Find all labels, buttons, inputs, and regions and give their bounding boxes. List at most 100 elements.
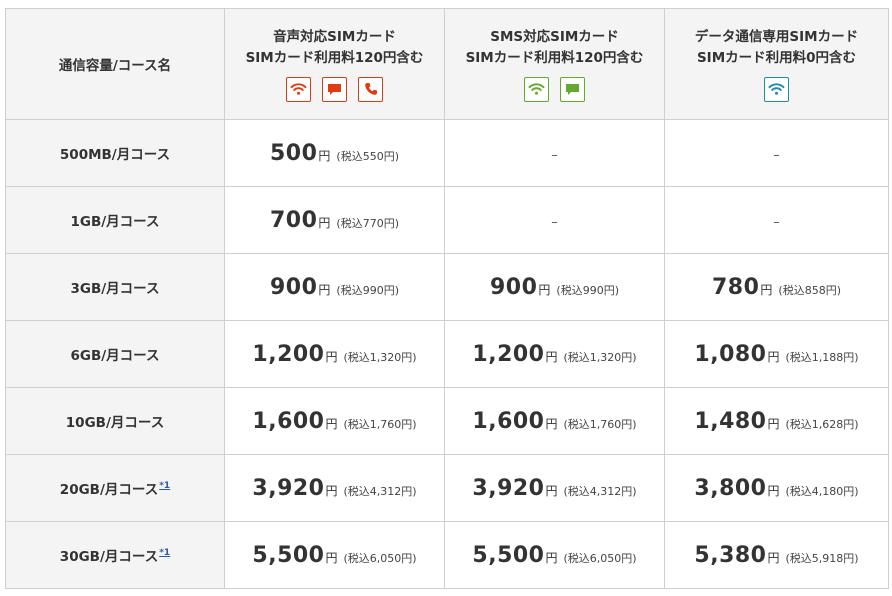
- monthly-price: 5,380: [694, 542, 767, 568]
- monthly-price: 900: [269, 274, 318, 300]
- price-cell-data-sim: 1,480円 (税込1,628円): [664, 387, 889, 455]
- course-name-cell: 10GB/月コース: [5, 387, 225, 455]
- column-header-voice-sim: 音声対応SIMカード SIMカード利用料120円含む: [224, 8, 445, 120]
- message-icon: [322, 76, 347, 102]
- tax-included-price: (税込858円): [778, 283, 842, 297]
- monthly-price: 5,500: [472, 542, 545, 568]
- yen-unit: 円: [545, 483, 558, 498]
- table-row: 30GB/月コース*1 5,500円 (税込6,050円) 5,500円 (税込6,05…: [5, 521, 889, 589]
- course-name: 500MB/月コース: [59, 147, 171, 163]
- plan-subtitle: SIMカード利用料120円含む: [465, 49, 644, 66]
- column-header-data-sim: データ通信専用SIMカード SIMカード利用料0円含む: [664, 8, 889, 120]
- not-available: –: [551, 214, 558, 230]
- monthly-price: 500: [269, 140, 318, 166]
- price-cell-data-sim: 3,800円 (税込4,180円): [664, 454, 889, 522]
- tax-included-price: (税込1,320円): [563, 350, 637, 364]
- table-row: 3GB/月コース 900円 (税込990円) 900円 (税込990円) 780円 (税込8…: [5, 253, 889, 321]
- column-header-sms-sim: SMS対応SIMカード SIMカード利用料120円含む: [444, 8, 665, 120]
- yen-unit: 円: [760, 282, 773, 297]
- course-name-cell: 30GB/月コース*1: [5, 521, 225, 589]
- yen-unit: 円: [325, 483, 338, 498]
- yen-unit: 円: [767, 416, 780, 431]
- course-name-cell: 500MB/月コース: [5, 119, 225, 187]
- table-row: 6GB/月コース 1,200円 (税込1,320円) 1,200円 (税込1,320円)…: [5, 320, 889, 388]
- plan-title: 音声対応SIMカード: [273, 28, 396, 45]
- monthly-price: 1,200: [252, 341, 325, 367]
- tax-included-price: (税込6,050円): [343, 551, 417, 565]
- price-cell-sms-sim: 1,600円 (税込1,760円): [444, 387, 665, 455]
- message-icon: [560, 76, 585, 102]
- monthly-price: 700: [269, 207, 318, 233]
- course-name-cell: 1GB/月コース: [5, 186, 225, 254]
- price-cell-voice-sim: 3,920円 (税込4,312円): [224, 454, 445, 522]
- price-cell-voice-sim: 900円 (税込990円): [224, 253, 445, 321]
- course-name: 30GB/月コース: [59, 549, 159, 565]
- yen-unit: 円: [767, 483, 780, 498]
- table-row: 20GB/月コース*1 3,920円 (税込4,312円) 3,920円 (税込4,31…: [5, 454, 889, 522]
- price-cell-sms-sim: 1,200円 (税込1,320円): [444, 320, 665, 388]
- wifi-icon: [286, 76, 311, 102]
- course-name-cell: 20GB/月コース*1: [5, 454, 225, 522]
- feature-icons: [665, 76, 888, 102]
- not-available: –: [773, 147, 780, 163]
- course-name: 6GB/月コース: [70, 348, 160, 364]
- plan-price-table: 通信容量/コース名 音声対応SIMカード SIMカード利用料120円含む SMS…: [5, 8, 889, 589]
- yen-unit: 円: [318, 282, 331, 297]
- price-cell-data-sim: 780円 (税込858円): [664, 253, 889, 321]
- monthly-price: 1,080: [694, 341, 767, 367]
- monthly-price: 3,800: [694, 475, 767, 501]
- monthly-price: 1,200: [472, 341, 545, 367]
- yen-unit: 円: [767, 550, 780, 565]
- monthly-price: 1,600: [472, 408, 545, 434]
- monthly-price: 3,920: [472, 475, 545, 501]
- feature-icons: [225, 76, 444, 102]
- tax-included-price: (税込1,760円): [343, 417, 417, 431]
- price-cell-voice-sim: 5,500円 (税込6,050円): [224, 521, 445, 589]
- tax-included-price: (税込990円): [336, 283, 400, 297]
- tax-included-price: (税込1,628円): [785, 417, 859, 431]
- tax-included-price: (税込1,320円): [343, 350, 417, 364]
- tax-included-price: (税込4,312円): [343, 484, 417, 498]
- wifi-icon: [524, 76, 549, 102]
- tax-included-price: (税込4,180円): [785, 484, 859, 498]
- course-name: 10GB/月コース: [65, 415, 165, 431]
- price-cell-voice-sim: 500円 (税込550円): [224, 119, 445, 187]
- price-cell-data-sim: 1,080円 (税込1,188円): [664, 320, 889, 388]
- price-cell-voice-sim: 1,200円 (税込1,320円): [224, 320, 445, 388]
- tax-included-price: (税込1,760円): [563, 417, 637, 431]
- course-name-cell: 6GB/月コース: [5, 320, 225, 388]
- yen-unit: 円: [545, 349, 558, 364]
- yen-unit: 円: [325, 416, 338, 431]
- feature-icons: [445, 76, 664, 102]
- column-header-course: 通信容量/コース名: [5, 8, 225, 120]
- tax-included-price: (税込770円): [336, 216, 400, 230]
- table-row: 1GB/月コース 700円 (税込770円) – –: [5, 186, 889, 254]
- price-cell-data-sim: 5,380円 (税込5,918円): [664, 521, 889, 589]
- price-cell-sms-sim: 3,920円 (税込4,312円): [444, 454, 665, 522]
- monthly-price: 5,500: [252, 542, 325, 568]
- tax-included-price: (税込550円): [336, 149, 400, 163]
- plan-subtitle: SIMカード利用料120円含む: [245, 49, 424, 66]
- phone-icon: [358, 76, 383, 102]
- yen-unit: 円: [325, 349, 338, 364]
- table-row: 10GB/月コース 1,600円 (税込1,760円) 1,600円 (税込1,760円…: [5, 387, 889, 455]
- price-cell-sms-sim: 5,500円 (税込6,050円): [444, 521, 665, 589]
- price-cell-sms-sim: –: [444, 186, 665, 254]
- monthly-price: 780: [711, 274, 760, 300]
- footnote-link[interactable]: *1: [159, 548, 170, 558]
- course-name: 20GB/月コース: [59, 482, 159, 498]
- price-cell-voice-sim: 1,600円 (税込1,760円): [224, 387, 445, 455]
- yen-unit: 円: [767, 349, 780, 364]
- monthly-price: 1,600: [252, 408, 325, 434]
- header-row: 通信容量/コース名 音声対応SIMカード SIMカード利用料120円含む SMS…: [5, 8, 889, 120]
- wifi-icon: [764, 76, 789, 102]
- course-name: 1GB/月コース: [70, 214, 160, 230]
- tax-included-price: (税込1,188円): [785, 350, 859, 364]
- tax-included-price: (税込6,050円): [563, 551, 637, 565]
- footnote-link[interactable]: *1: [159, 481, 170, 491]
- plan-subtitle: SIMカード利用料0円含む: [696, 49, 857, 66]
- plan-title: SMS対応SIMカード: [490, 28, 619, 45]
- price-cell-data-sim: –: [664, 119, 889, 187]
- tax-included-price: (税込990円): [556, 283, 620, 297]
- monthly-price: 1,480: [694, 408, 767, 434]
